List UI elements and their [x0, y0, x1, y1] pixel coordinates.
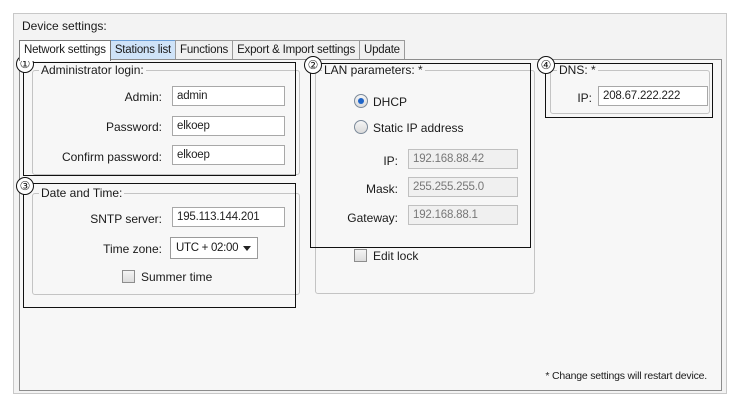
callout-frame-3	[23, 183, 296, 308]
callout-number-3: ③	[16, 177, 34, 195]
callout-number-2: ②	[304, 56, 322, 74]
callout-frame-1	[23, 62, 296, 176]
panel-title: Device settings:	[22, 19, 107, 33]
tab-network-settings[interactable]: Network settings	[19, 40, 111, 61]
callout-frame-2	[310, 63, 531, 248]
tab-export-import-settings[interactable]: Export & Import settings	[232, 40, 360, 60]
edit-lock-checkbox[interactable]	[354, 249, 367, 262]
callout-frame-4	[545, 63, 713, 118]
callout-number-4: ④	[537, 56, 555, 74]
tab-update[interactable]: Update	[359, 40, 405, 60]
tab-functions[interactable]: Functions	[175, 40, 234, 60]
tab-bar: Network settings Stations list Functions…	[19, 40, 405, 61]
edit-lock-label: Edit lock	[373, 249, 419, 263]
restart-note: * Change settings will restart device.	[545, 370, 707, 382]
tab-stations-list[interactable]: Stations list	[109, 40, 177, 60]
